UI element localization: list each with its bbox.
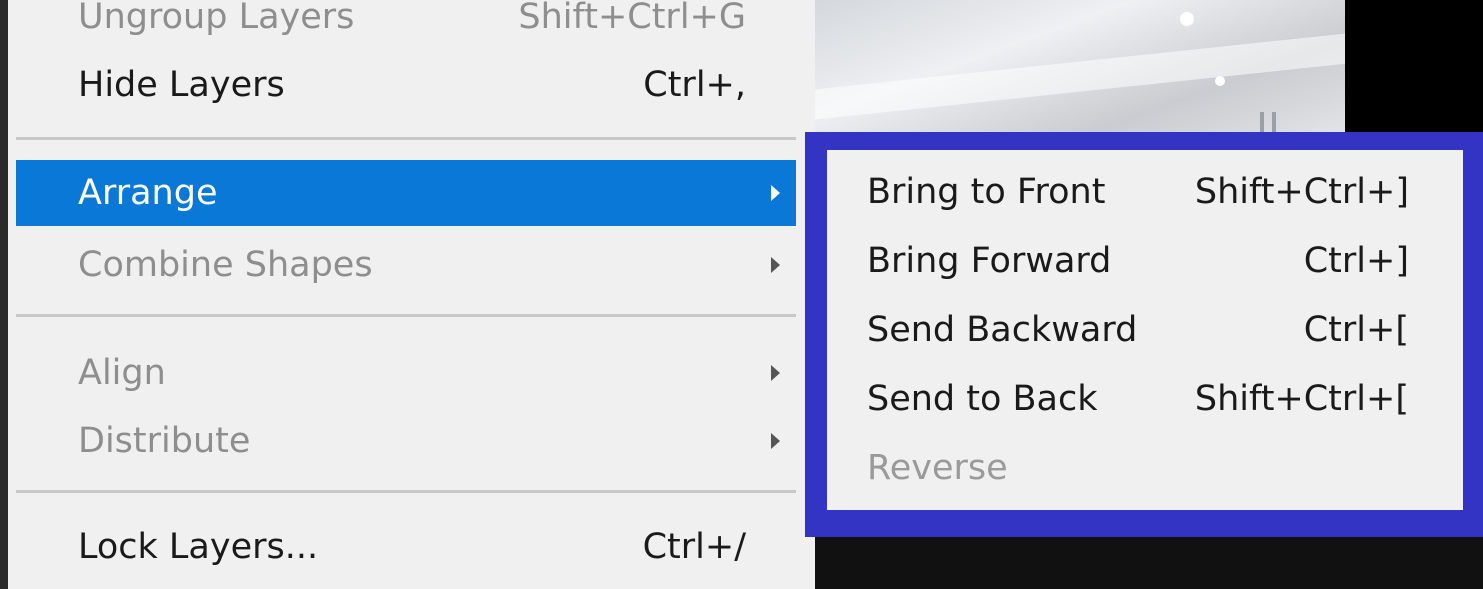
menu-item-lock-layers[interactable]: Lock Layers... Ctrl+/ — [16, 514, 796, 580]
submenu-item-label: Bring Forward — [867, 241, 1112, 281]
menu-item-label: Arrange — [78, 173, 218, 213]
menu-separator — [16, 314, 796, 317]
photo-detail — [1260, 112, 1264, 132]
layer-context-menu: Ungroup Layers Shift+Ctrl+G Hide Layers … — [0, 0, 815, 589]
menu-left-edge — [0, 0, 8, 589]
submenu-item-shortcut: Ctrl+[ — [1303, 310, 1409, 350]
menu-item-label: Lock Layers... — [78, 527, 319, 567]
submenu-item-shortcut: Shift+Ctrl+[ — [1194, 379, 1409, 419]
menu-item-label: Ungroup Layers — [78, 0, 355, 37]
arrange-submenu: Bring to Front Shift+Ctrl+] Bring Forwar… — [827, 150, 1463, 510]
submenu-item-label: Send Backward — [867, 310, 1138, 350]
menu-item-shortcut: Ctrl+, — [643, 65, 746, 105]
photo-light-glint — [1215, 76, 1225, 86]
menu-item-shortcut: Shift+Ctrl+G — [518, 0, 746, 37]
submenu-item-bring-to-front[interactable]: Bring to Front Shift+Ctrl+] — [827, 158, 1463, 226]
menu-item-combine-shapes[interactable]: Combine Shapes — [16, 232, 796, 298]
submenu-arrow-icon — [771, 257, 780, 273]
menu-item-ungroup-layers[interactable]: Ungroup Layers Shift+Ctrl+G — [16, 0, 796, 50]
menu-separator — [16, 137, 796, 140]
menu-separator — [16, 490, 796, 493]
photo-detail — [1272, 112, 1276, 132]
photo-light-glint — [1180, 12, 1194, 26]
submenu-item-send-backward[interactable]: Send Backward Ctrl+[ — [827, 296, 1463, 364]
submenu-item-label: Send to Back — [867, 379, 1098, 419]
submenu-item-label: Reverse — [867, 448, 1008, 488]
menu-item-label: Align — [78, 353, 166, 393]
canvas-photo-preview — [815, 0, 1345, 140]
menu-item-distribute[interactable]: Distribute — [16, 408, 796, 474]
menu-item-shortcut: Ctrl+/ — [642, 527, 746, 567]
submenu-arrow-icon — [771, 365, 780, 381]
menu-item-label: Combine Shapes — [78, 245, 373, 285]
menu-item-label: Hide Layers — [78, 65, 285, 105]
submenu-item-shortcut: Shift+Ctrl+] — [1194, 172, 1409, 212]
submenu-item-shortcut: Ctrl+] — [1303, 241, 1409, 281]
submenu-item-label: Bring to Front — [867, 172, 1106, 212]
menu-item-hide-layers[interactable]: Hide Layers Ctrl+, — [16, 52, 796, 118]
menu-item-label: Distribute — [78, 421, 251, 461]
submenu-arrow-icon — [771, 433, 780, 449]
menu-item-align[interactable]: Align — [16, 340, 796, 406]
submenu-arrow-icon — [771, 185, 780, 201]
submenu-item-reverse[interactable]: Reverse — [827, 434, 1463, 502]
menu-item-arrange[interactable]: Arrange — [16, 160, 796, 226]
canvas-dark-area — [1345, 0, 1483, 140]
submenu-item-send-to-back[interactable]: Send to Back Shift+Ctrl+[ — [827, 365, 1463, 433]
photo-light-beam — [815, 27, 1345, 123]
submenu-item-bring-forward[interactable]: Bring Forward Ctrl+] — [827, 227, 1463, 295]
